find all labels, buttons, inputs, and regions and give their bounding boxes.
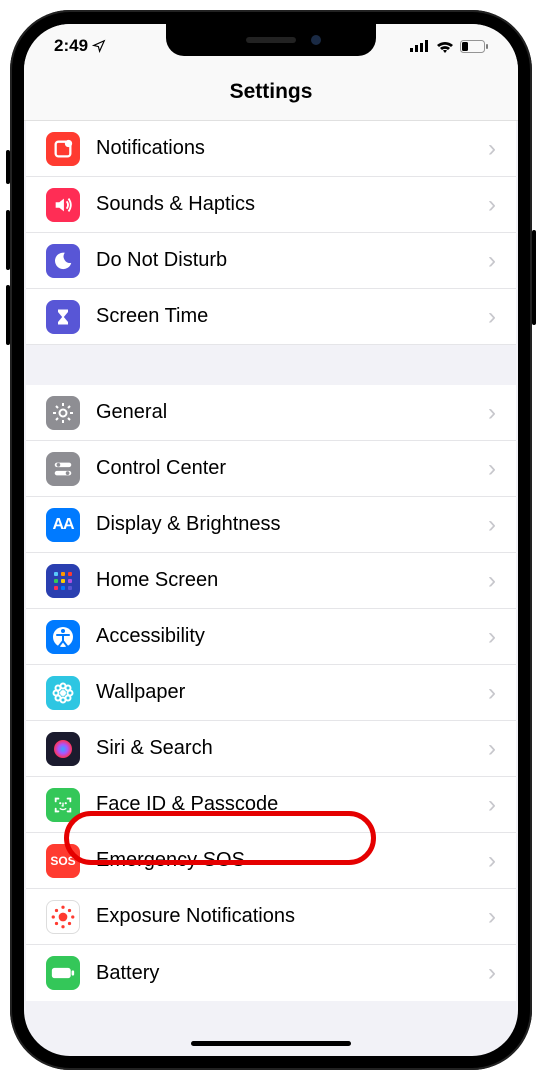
display-icon: AA [46,508,80,542]
sounds-icon [46,188,80,222]
home-indicator[interactable] [191,1041,351,1046]
chevron-right-icon: › [488,191,496,219]
settings-row-exposure[interactable]: Exposure Notifications› [26,889,516,945]
screen: 2:49 Settings Notifications›Sounds & Hap… [24,24,518,1056]
faceid-icon [46,788,80,822]
general-icon [46,396,80,430]
settings-row-label: Display & Brightness [96,513,488,536]
cellular-icon [410,40,430,52]
chevron-right-icon: › [488,303,496,331]
chevron-right-icon: › [488,399,496,427]
screentime-icon [46,300,80,334]
chevron-right-icon: › [488,511,496,539]
settings-row-sounds[interactable]: Sounds & Haptics› [26,177,516,233]
wifi-icon [436,40,454,53]
notifications-icon [46,132,80,166]
settings-row-dnd[interactable]: Do Not Disturb› [26,233,516,289]
settings-row-notifications[interactable]: Notifications› [26,121,516,177]
settings-row-label: Exposure Notifications [96,905,488,928]
chevron-right-icon: › [488,791,496,819]
settings-row-label: Siri & Search [96,737,488,760]
battery-icon [46,956,80,990]
settings-row-label: Battery [96,962,488,985]
settings-row-label: General [96,401,488,424]
power-button[interactable] [532,230,536,325]
page-title: Settings [24,68,518,121]
settings-row-label: Accessibility [96,625,488,648]
settings-row-label: Emergency SOS [96,849,488,872]
battery-icon [460,40,488,53]
dnd-icon [46,244,80,278]
notch [166,24,376,56]
phone-frame: 2:49 Settings Notifications›Sounds & Hap… [10,10,532,1070]
section-gap [24,345,518,385]
chevron-right-icon: › [488,959,496,987]
wallpaper-icon [46,676,80,710]
sos-icon: SOS [46,844,80,878]
settings-row-wallpaper[interactable]: Wallpaper› [26,665,516,721]
chevron-right-icon: › [488,135,496,163]
settings-row-home[interactable]: Home Screen› [26,553,516,609]
chevron-right-icon: › [488,567,496,595]
settings-row-label: Sounds & Haptics [96,193,488,216]
mute-switch[interactable] [6,150,10,184]
settings-row-accessibility[interactable]: Accessibility› [26,609,516,665]
chevron-right-icon: › [488,247,496,275]
exposure-icon [46,900,80,934]
status-time: 2:49 [54,36,88,56]
control-icon [46,452,80,486]
settings-list[interactable]: Notifications›Sounds & Haptics›Do Not Di… [24,121,518,1001]
settings-row-label: Control Center [96,457,488,480]
settings-row-label: Home Screen [96,569,488,592]
chevron-right-icon: › [488,903,496,931]
chevron-right-icon: › [488,735,496,763]
chevron-right-icon: › [488,679,496,707]
chevron-right-icon: › [488,623,496,651]
chevron-right-icon: › [488,455,496,483]
settings-row-label: Face ID & Passcode [96,793,488,816]
accessibility-icon [46,620,80,654]
settings-row-display[interactable]: AA Display & Brightness› [26,497,516,553]
settings-row-siri[interactable]: Siri & Search› [26,721,516,777]
settings-row-label: Wallpaper [96,681,488,704]
siri-icon [46,732,80,766]
home-icon [46,564,80,598]
settings-row-general[interactable]: General› [26,385,516,441]
settings-row-label: Screen Time [96,305,488,328]
volume-up-button[interactable] [6,210,10,270]
volume-down-button[interactable] [6,285,10,345]
settings-row-screentime[interactable]: Screen Time› [26,289,516,345]
chevron-right-icon: › [488,847,496,875]
settings-row-label: Do Not Disturb [96,249,488,272]
settings-row-battery[interactable]: Battery› [26,945,516,1001]
settings-row-sos[interactable]: SOS Emergency SOS› [26,833,516,889]
settings-row-label: Notifications [96,137,488,160]
settings-row-faceid[interactable]: Face ID & Passcode› [26,777,516,833]
settings-row-control[interactable]: Control Center› [26,441,516,497]
location-icon [92,39,106,53]
